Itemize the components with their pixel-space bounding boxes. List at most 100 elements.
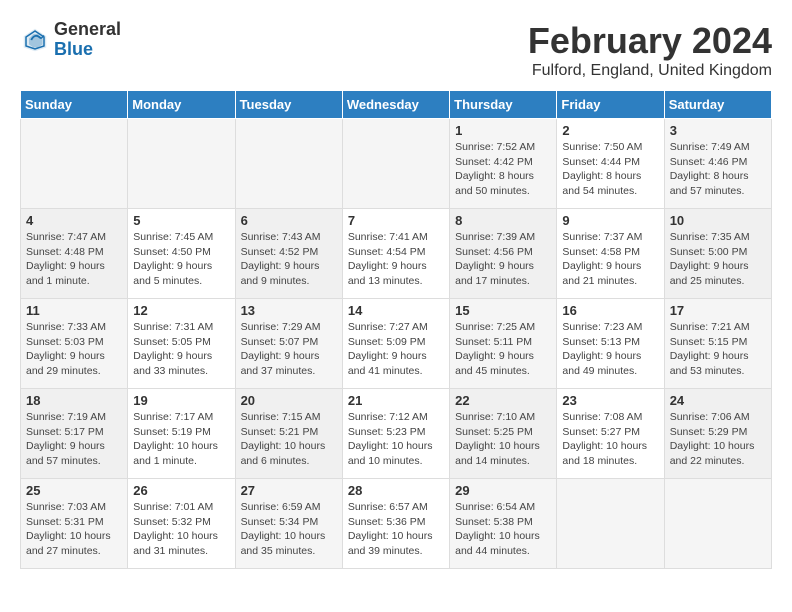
empty-cell xyxy=(128,119,235,209)
day-number: 2 xyxy=(562,123,658,138)
month-title: February 2024 xyxy=(528,20,772,62)
day-number: 14 xyxy=(348,303,444,318)
day-info: Sunrise: 7:33 AM Sunset: 5:03 PM Dayligh… xyxy=(26,320,122,379)
day-number: 6 xyxy=(241,213,337,228)
day-cell-28: 28 Sunrise: 6:57 AM Sunset: 5:36 PM Dayli… xyxy=(342,479,449,569)
empty-cell xyxy=(235,119,342,209)
day-cell-23: 23Sunrise: 7:08 AM Sunset: 5:27 PM Dayli… xyxy=(557,389,664,479)
day-info: Sunrise: 7:27 AM Sunset: 5:09 PM Dayligh… xyxy=(348,320,444,379)
day-cell-18: 18Sunrise: 7:19 AM Sunset: 5:17 PM Dayli… xyxy=(21,389,128,479)
day-header-thursday: Thursday xyxy=(450,91,557,119)
day-number: 23 xyxy=(562,393,658,408)
day-cell-21: 21 Sunrise: 7:12 AM Sunset: 5:23 PM Dayli… xyxy=(342,389,449,479)
day-number: 28 xyxy=(348,483,444,498)
location: Fulford, England, United Kingdom xyxy=(528,62,772,80)
day-cell-26: 26Sunrise: 7:01 AM Sunset: 5:32 PM Dayli… xyxy=(128,479,235,569)
day-info: Sunrise: 6:57 AM Sunset: 5:36 PM Dayligh… xyxy=(348,500,444,559)
day-cell-1: 1 Sunrise: 7:52 AM Sunset: 4:42 PM Daylig… xyxy=(450,119,557,209)
day-number: 17 xyxy=(670,303,766,318)
day-number: 21 xyxy=(348,393,444,408)
day-number: 27 xyxy=(241,483,337,498)
day-info: Sunrise: 7:06 AM Sunset: 5:29 PM Dayligh… xyxy=(670,410,766,469)
day-info: Sunrise: 7:12 AM Sunset: 5:23 PM Dayligh… xyxy=(348,410,444,469)
day-number: 12 xyxy=(133,303,229,318)
day-header-saturday: Saturday xyxy=(664,91,771,119)
week-row-2: 11 Sunrise: 7:33 AM Sunset: 5:03 PM Dayli… xyxy=(21,299,772,389)
title-section: February 2024 Fulford, England, United K… xyxy=(528,20,772,80)
day-number: 16 xyxy=(562,303,658,318)
day-cell-8: 8Sunrise: 7:39 AM Sunset: 4:56 PM Daylig… xyxy=(450,209,557,299)
day-header-tuesday: Tuesday xyxy=(235,91,342,119)
logo-icon xyxy=(20,25,50,55)
logo: General Blue xyxy=(20,20,121,60)
day-header-monday: Monday xyxy=(128,91,235,119)
day-info: Sunrise: 7:49 AM Sunset: 4:46 PM Dayligh… xyxy=(670,140,766,199)
logo-blue: Blue xyxy=(54,40,121,60)
day-info: Sunrise: 7:41 AM Sunset: 4:54 PM Dayligh… xyxy=(348,230,444,289)
day-number: 24 xyxy=(670,393,766,408)
days-header-row: SundayMondayTuesdayWednesdayThursdayFrid… xyxy=(21,91,772,119)
day-info: Sunrise: 7:01 AM Sunset: 5:32 PM Dayligh… xyxy=(133,500,229,559)
day-cell-29: 29Sunrise: 6:54 AM Sunset: 5:38 PM Dayli… xyxy=(450,479,557,569)
day-cell-20: 20 Sunrise: 7:15 AM Sunset: 5:21 PM Dayli… xyxy=(235,389,342,479)
day-info: Sunrise: 7:23 AM Sunset: 5:13 PM Dayligh… xyxy=(562,320,658,379)
day-info: Sunrise: 7:29 AM Sunset: 5:07 PM Dayligh… xyxy=(241,320,337,379)
week-row-0: 1 Sunrise: 7:52 AM Sunset: 4:42 PM Daylig… xyxy=(21,119,772,209)
day-number: 29 xyxy=(455,483,551,498)
day-number: 22 xyxy=(455,393,551,408)
day-info: Sunrise: 7:45 AM Sunset: 4:50 PM Dayligh… xyxy=(133,230,229,289)
day-cell-5: 5 Sunrise: 7:45 AM Sunset: 4:50 PM Daylig… xyxy=(128,209,235,299)
empty-cell xyxy=(664,479,771,569)
day-cell-10: 10Sunrise: 7:35 AM Sunset: 5:00 PM Dayli… xyxy=(664,209,771,299)
day-number: 9 xyxy=(562,213,658,228)
day-info: Sunrise: 7:19 AM Sunset: 5:17 PM Dayligh… xyxy=(26,410,122,469)
day-cell-2: 2 Sunrise: 7:50 AM Sunset: 4:44 PM Daylig… xyxy=(557,119,664,209)
day-info: Sunrise: 7:31 AM Sunset: 5:05 PM Dayligh… xyxy=(133,320,229,379)
day-info: Sunrise: 7:21 AM Sunset: 5:15 PM Dayligh… xyxy=(670,320,766,379)
logo-text: General Blue xyxy=(54,20,121,60)
day-cell-12: 12 Sunrise: 7:31 AM Sunset: 5:05 PM Dayli… xyxy=(128,299,235,389)
day-cell-9: 9 Sunrise: 7:37 AM Sunset: 4:58 PM Daylig… xyxy=(557,209,664,299)
day-info: Sunrise: 6:59 AM Sunset: 5:34 PM Dayligh… xyxy=(241,500,337,559)
day-cell-6: 6 Sunrise: 7:43 AM Sunset: 4:52 PM Daylig… xyxy=(235,209,342,299)
day-cell-11: 11 Sunrise: 7:33 AM Sunset: 5:03 PM Dayli… xyxy=(21,299,128,389)
day-cell-22: 22 Sunrise: 7:10 AM Sunset: 5:25 PM Dayli… xyxy=(450,389,557,479)
day-cell-15: 15 Sunrise: 7:25 AM Sunset: 5:11 PM Dayli… xyxy=(450,299,557,389)
header: General Blue February 2024 Fulford, Engl… xyxy=(20,20,772,80)
logo-general: General xyxy=(54,20,121,40)
day-number: 25 xyxy=(26,483,122,498)
day-info: Sunrise: 7:52 AM Sunset: 4:42 PM Dayligh… xyxy=(455,140,551,199)
day-number: 5 xyxy=(133,213,229,228)
day-header-sunday: Sunday xyxy=(21,91,128,119)
day-number: 7 xyxy=(348,213,444,228)
day-cell-7: 7 Sunrise: 7:41 AM Sunset: 4:54 PM Daylig… xyxy=(342,209,449,299)
day-header-wednesday: Wednesday xyxy=(342,91,449,119)
day-number: 20 xyxy=(241,393,337,408)
day-cell-3: 3 Sunrise: 7:49 AM Sunset: 4:46 PM Daylig… xyxy=(664,119,771,209)
day-number: 15 xyxy=(455,303,551,318)
day-info: Sunrise: 7:17 AM Sunset: 5:19 PM Dayligh… xyxy=(133,410,229,469)
day-info: Sunrise: 7:39 AM Sunset: 4:56 PM Dayligh… xyxy=(455,230,551,289)
week-row-4: 25Sunrise: 7:03 AM Sunset: 5:31 PM Dayli… xyxy=(21,479,772,569)
day-number: 11 xyxy=(26,303,122,318)
week-row-3: 18Sunrise: 7:19 AM Sunset: 5:17 PM Dayli… xyxy=(21,389,772,479)
week-row-1: 4Sunrise: 7:47 AM Sunset: 4:48 PM Daylig… xyxy=(21,209,772,299)
day-cell-14: 14 Sunrise: 7:27 AM Sunset: 5:09 PM Dayli… xyxy=(342,299,449,389)
day-info: Sunrise: 7:43 AM Sunset: 4:52 PM Dayligh… xyxy=(241,230,337,289)
day-number: 10 xyxy=(670,213,766,228)
day-info: Sunrise: 7:15 AM Sunset: 5:21 PM Dayligh… xyxy=(241,410,337,469)
day-cell-25: 25Sunrise: 7:03 AM Sunset: 5:31 PM Dayli… xyxy=(21,479,128,569)
day-cell-4: 4Sunrise: 7:47 AM Sunset: 4:48 PM Daylig… xyxy=(21,209,128,299)
day-number: 1 xyxy=(455,123,551,138)
day-number: 19 xyxy=(133,393,229,408)
day-info: Sunrise: 7:50 AM Sunset: 4:44 PM Dayligh… xyxy=(562,140,658,199)
day-info: Sunrise: 7:37 AM Sunset: 4:58 PM Dayligh… xyxy=(562,230,658,289)
day-number: 4 xyxy=(26,213,122,228)
empty-cell xyxy=(21,119,128,209)
day-number: 3 xyxy=(670,123,766,138)
empty-cell xyxy=(342,119,449,209)
day-info: Sunrise: 7:25 AM Sunset: 5:11 PM Dayligh… xyxy=(455,320,551,379)
day-cell-24: 24 Sunrise: 7:06 AM Sunset: 5:29 PM Dayli… xyxy=(664,389,771,479)
day-cell-19: 19 Sunrise: 7:17 AM Sunset: 5:19 PM Dayli… xyxy=(128,389,235,479)
day-info: Sunrise: 7:10 AM Sunset: 5:25 PM Dayligh… xyxy=(455,410,551,469)
